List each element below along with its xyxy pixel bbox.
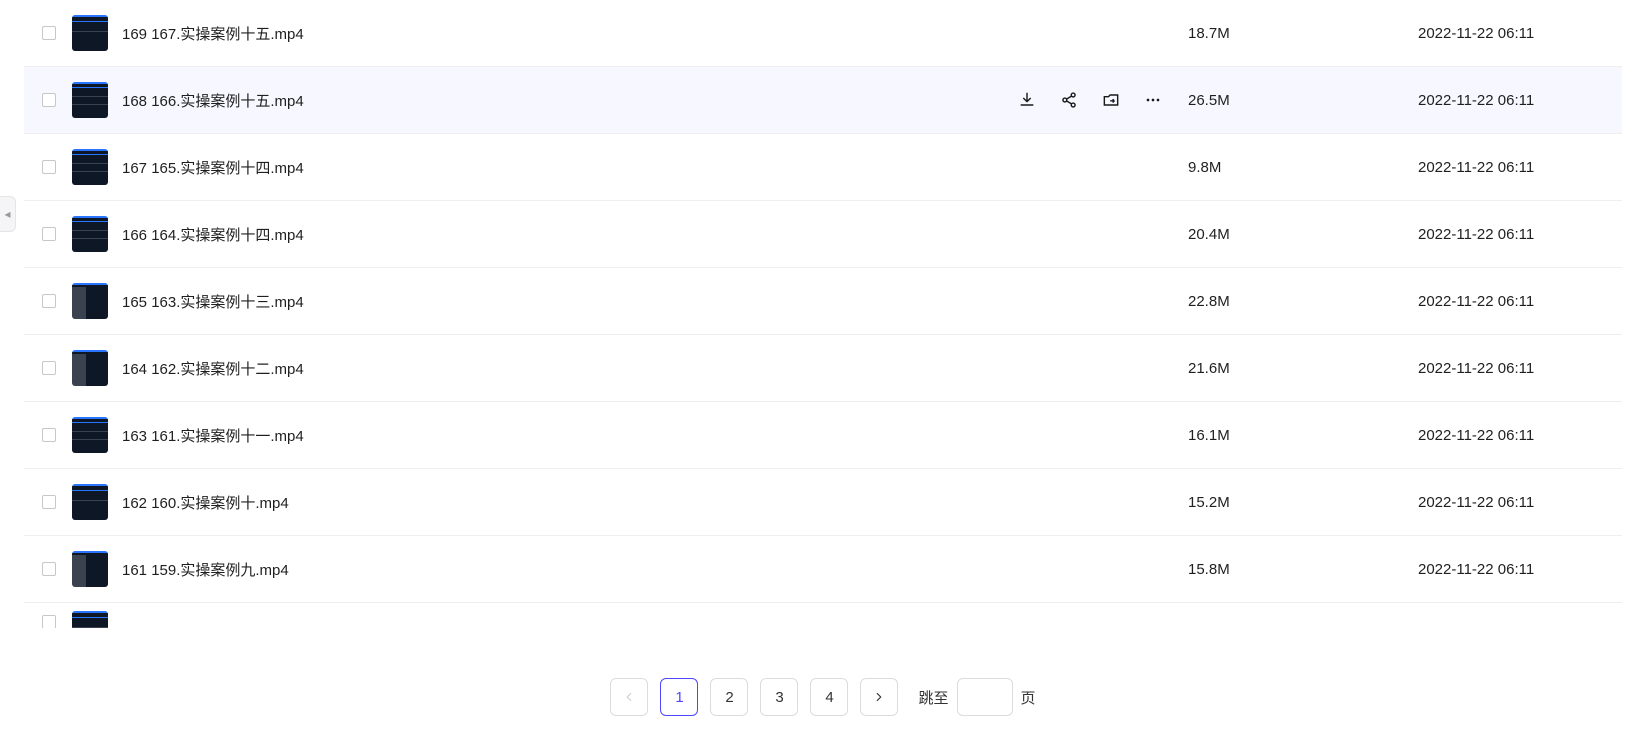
video-thumbnail <box>72 149 108 185</box>
file-date: 2022-11-22 06:11 <box>1418 25 1618 42</box>
video-thumbnail <box>72 82 108 118</box>
video-thumbnail <box>72 611 108 628</box>
row-checkbox[interactable] <box>42 227 56 241</box>
chevron-left-icon <box>622 690 636 704</box>
row-checkbox[interactable] <box>42 562 56 576</box>
table-row[interactable] <box>24 603 1622 628</box>
more-actions-button[interactable] <box>1142 89 1164 111</box>
move-button[interactable] <box>1100 89 1122 111</box>
page-unit-label: 页 <box>1021 687 1036 708</box>
file-name-link[interactable]: 165 163.实操案例十三.mp4 <box>122 291 1188 312</box>
table-row[interactable]: 167 165.实操案例十四.mp49.8M2022-11-22 06:11 <box>24 134 1622 201</box>
table-row[interactable]: 166 164.实操案例十四.mp420.4M2022-11-22 06:11 <box>24 201 1622 268</box>
row-checkbox[interactable] <box>42 495 56 509</box>
file-name-link[interactable]: 161 159.实操案例九.mp4 <box>122 559 1188 580</box>
share-icon <box>1059 90 1079 110</box>
table-row[interactable]: 165 163.实操案例十三.mp422.8M2022-11-22 06:11 <box>24 268 1622 335</box>
file-name-link[interactable]: 164 162.实操案例十二.mp4 <box>122 358 1188 379</box>
sidebar-collapse-toggle[interactable]: ◂ <box>0 196 16 232</box>
file-name-link[interactable]: 167 165.实操案例十四.mp4 <box>122 157 1188 178</box>
chevron-right-icon <box>872 690 886 704</box>
file-name-link[interactable]: 168 166.实操案例十五.mp4 <box>122 90 1016 111</box>
file-date: 2022-11-22 06:11 <box>1418 293 1618 310</box>
file-date: 2022-11-22 06:11 <box>1418 360 1618 377</box>
file-size: 22.8M <box>1188 293 1418 310</box>
file-name-link[interactable]: 166 164.实操案例十四.mp4 <box>122 224 1188 245</box>
row-checkbox[interactable] <box>42 160 56 174</box>
file-size: 20.4M <box>1188 226 1418 243</box>
file-date: 2022-11-22 06:11 <box>1418 561 1618 578</box>
row-actions <box>1016 89 1188 111</box>
file-date: 2022-11-22 06:11 <box>1418 427 1618 444</box>
file-list-scroll[interactable]: 169 167.实操案例十五.mp418.7M2022-11-22 06:111… <box>24 0 1622 653</box>
file-size: 9.8M <box>1188 159 1418 176</box>
table-row[interactable]: 161 159.实操案例九.mp415.8M2022-11-22 06:11 <box>24 536 1622 603</box>
file-list-panel: 169 167.实操案例十五.mp418.7M2022-11-22 06:111… <box>24 0 1622 741</box>
share-button[interactable] <box>1058 89 1080 111</box>
file-date: 2022-11-22 06:11 <box>1418 92 1618 109</box>
video-thumbnail <box>72 484 108 520</box>
video-thumbnail <box>72 15 108 51</box>
more-horizontal-icon <box>1143 90 1163 110</box>
file-size: 16.1M <box>1188 427 1418 444</box>
file-date: 2022-11-22 06:11 <box>1418 159 1618 176</box>
page-number-button[interactable]: 1 <box>660 678 698 716</box>
table-row[interactable]: 162 160.实操案例十.mp415.2M2022-11-22 06:11 <box>24 469 1622 536</box>
table-row[interactable]: 169 167.实操案例十五.mp418.7M2022-11-22 06:11 <box>24 0 1622 67</box>
file-name-link[interactable]: 169 167.实操案例十五.mp4 <box>122 23 1188 44</box>
row-checkbox[interactable] <box>42 361 56 375</box>
page-prev-button[interactable] <box>610 678 648 716</box>
row-checkbox[interactable] <box>42 428 56 442</box>
pagination-bar: 1234 跳至 页 <box>24 653 1622 741</box>
move-to-folder-icon <box>1101 90 1121 110</box>
file-date: 2022-11-22 06:11 <box>1418 494 1618 511</box>
video-thumbnail <box>72 417 108 453</box>
page-number-button[interactable]: 3 <box>760 678 798 716</box>
file-size: 15.8M <box>1188 561 1418 578</box>
video-thumbnail <box>72 350 108 386</box>
download-button[interactable] <box>1016 89 1038 111</box>
jump-label: 跳至 <box>918 687 948 708</box>
file-name-link[interactable]: 162 160.实操案例十.mp4 <box>122 492 1188 513</box>
table-row[interactable]: 163 161.实操案例十一.mp416.1M2022-11-22 06:11 <box>24 402 1622 469</box>
file-size: 21.6M <box>1188 360 1418 377</box>
file-size: 18.7M <box>1188 25 1418 42</box>
video-thumbnail <box>72 551 108 587</box>
file-name-link[interactable]: 163 161.实操案例十一.mp4 <box>122 425 1188 446</box>
file-date: 2022-11-22 06:11 <box>1418 226 1618 243</box>
file-size: 15.2M <box>1188 494 1418 511</box>
download-icon <box>1017 90 1037 110</box>
row-checkbox[interactable] <box>42 93 56 107</box>
row-checkbox[interactable] <box>42 615 56 628</box>
jump-page-input[interactable] <box>957 678 1013 716</box>
page-number-button[interactable]: 2 <box>710 678 748 716</box>
table-row[interactable]: 164 162.实操案例十二.mp421.6M2022-11-22 06:11 <box>24 335 1622 402</box>
row-checkbox[interactable] <box>42 294 56 308</box>
video-thumbnail <box>72 216 108 252</box>
video-thumbnail <box>72 283 108 319</box>
jump-to-page: 跳至 页 <box>918 678 1035 716</box>
row-checkbox[interactable] <box>42 26 56 40</box>
table-row[interactable]: 168 166.实操案例十五.mp4 26.5M2022-11-22 06:11 <box>24 67 1622 134</box>
page-number-button[interactable]: 4 <box>810 678 848 716</box>
file-size: 26.5M <box>1188 92 1418 109</box>
page-next-button[interactable] <box>860 678 898 716</box>
